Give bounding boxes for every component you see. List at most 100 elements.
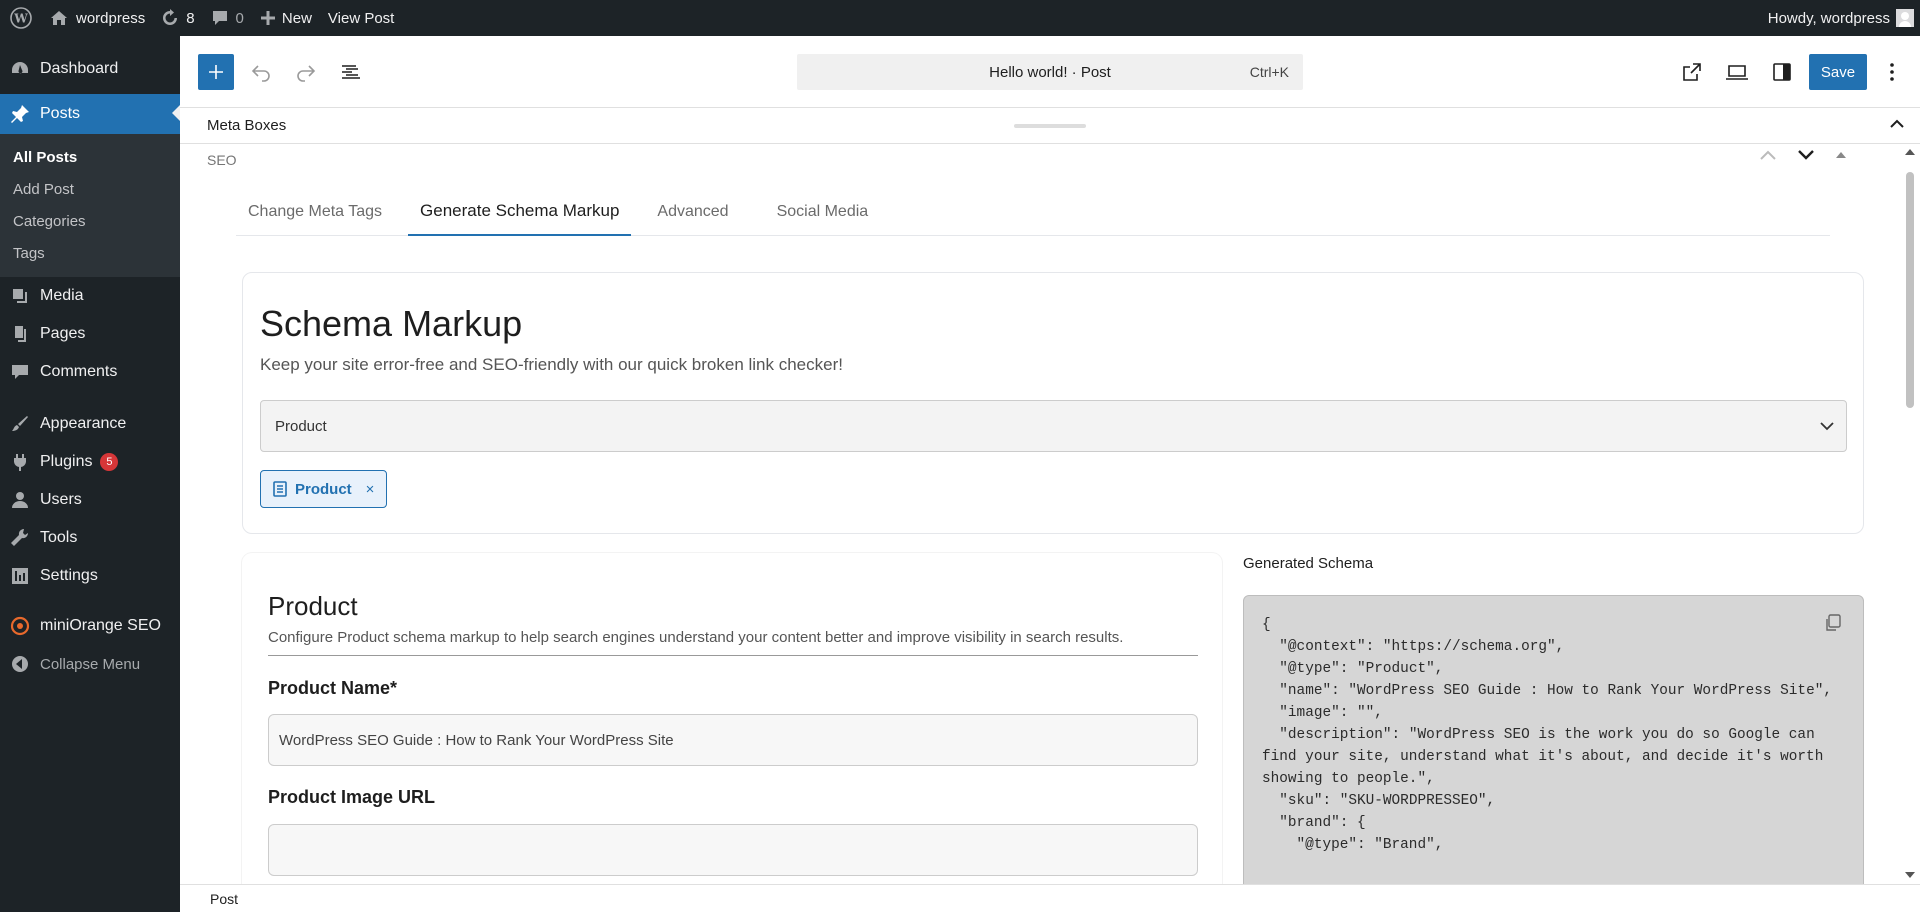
pages-icon [10,324,30,344]
sidebar-label: Users [40,491,82,508]
schema-markup-title: Schema Markup [260,303,523,344]
sidebar-sub-categories[interactable]: Categories [0,205,180,237]
site-name: wordpress [76,9,146,27]
editor-header: Hello world! · Post Ctrl+K Save [180,36,1920,108]
avatar [1896,9,1914,27]
comments-icon [10,362,30,382]
scroll-up-arrow-icon[interactable] [1905,149,1915,155]
sidebar-sub-tags[interactable]: Tags [0,237,180,269]
product-description: Configure Product schema markup to help … [268,629,1124,646]
breadcrumb[interactable]: Post [210,891,238,907]
more-vertical-icon [1890,63,1894,81]
product-name-input[interactable]: WordPress SEO Guide : How to Rank Your W… [268,714,1198,766]
schema-markup-subtitle: Keep your site error-free and SEO-friend… [260,355,843,374]
schema-markup-card: Schema Markup Keep your site error-free … [242,272,1864,534]
laptop-icon [1726,65,1748,80]
posts-submenu: All Posts Add Post Categories Tags [0,134,180,277]
scroll-down-arrow-icon[interactable] [1905,872,1915,878]
sidebar-label: Collapse Menu [40,655,141,673]
seo-tabs: Change Meta Tags Generate Schema Markup … [236,188,1830,236]
new-content-link[interactable]: New [252,0,320,36]
wordpress-logo-icon[interactable]: W [0,0,42,36]
settings-icon [10,566,30,586]
scroll-thumb[interactable] [1906,172,1914,408]
command-palette-bar[interactable]: Hello world! · Post Ctrl+K [797,54,1303,90]
pin-icon [10,104,30,124]
move-down-icon[interactable] [1798,150,1814,160]
sidebar-item-pages[interactable]: Pages [0,315,180,353]
paintbrush-icon [10,414,30,434]
sidebar-label: Comments [40,363,118,380]
sidebar-item-dashboard[interactable]: Dashboard [0,50,180,88]
chevron-down-icon [1820,418,1834,435]
updates-link[interactable]: 8 [153,0,202,36]
plug-icon [10,452,30,472]
site-name-link[interactable]: wordpress [42,0,153,36]
meta-boxes-bar[interactable]: Meta Boxes [180,108,1920,144]
options-menu-button[interactable] [1874,54,1910,90]
generated-schema-label: Generated Schema [1243,555,1374,572]
metabox-controls [1760,150,1846,160]
sidebar-item-comments[interactable]: Comments [0,353,180,391]
copy-icon[interactable] [1825,614,1841,632]
comments-link[interactable]: 0 [203,0,252,36]
sidebar-item-media[interactable]: Media [0,277,180,315]
view-post-label: View Post [327,9,395,27]
refresh-icon [161,9,179,27]
dashboard-icon [10,59,30,79]
sidebar-item-tools[interactable]: Tools [0,519,180,557]
view-post-button[interactable] [1674,54,1710,90]
tab-social-media[interactable]: Social Media [765,188,881,236]
wrench-icon [10,528,30,548]
tab-advanced[interactable]: Advanced [645,188,740,236]
new-label: New [281,9,312,27]
admin-bar: W wordpress 8 0 New View Post Howdy, wor… [0,0,1920,36]
editor-footer: Post [180,884,1920,912]
document-overview-button[interactable] [333,54,369,90]
schema-type-select[interactable]: Product [260,400,1847,452]
howdy-text: Howdy, wordpress [1767,9,1890,27]
metabox-scrollbar[interactable] [1900,144,1920,884]
sidebar-sub-all-posts[interactable]: All Posts [0,141,180,173]
redo-icon [297,65,316,82]
divider [268,655,1198,656]
plus-icon [260,10,276,26]
settings-sidebar-toggle[interactable] [1764,54,1800,90]
generated-schema-code: { "@context": "https://schema.org", "@ty… [1243,595,1864,884]
tab-change-meta-tags[interactable]: Change Meta Tags [236,188,394,236]
seo-metabox-title: SEO [207,152,237,168]
miniorange-logo-icon [10,616,30,636]
product-image-url-input[interactable] [268,824,1198,876]
undo-icon [251,65,270,82]
updates-count: 8 [186,9,195,27]
account-menu[interactable]: Howdy, wordpress [1768,0,1920,36]
admin-sidebar: Dashboard Posts All Posts Add Post Categ… [0,36,180,912]
view-post-link[interactable]: View Post [320,0,402,36]
preview-button[interactable] [1719,54,1755,90]
collapse-menu-button[interactable]: Collapse Menu [0,645,180,683]
collapse-arrow-icon [10,654,30,674]
sidebar-item-appearance[interactable]: Appearance [0,405,180,443]
collapse-meta-boxes-icon[interactable] [1890,119,1904,129]
sidebar-label: Media [40,287,84,304]
resize-handle[interactable] [1014,124,1086,128]
sidebar-item-posts[interactable]: Posts [0,94,180,134]
sidebar-label: miniOrange SEO [40,617,161,634]
undo-button[interactable] [243,54,279,90]
sidebar-item-settings[interactable]: Settings [0,557,180,595]
sidebar-item-miniorange-seo[interactable]: miniOrange SEO [0,607,180,645]
sidebar-sub-add-post[interactable]: Add Post [0,173,180,205]
move-up-icon[interactable] [1760,150,1776,160]
redo-button[interactable] [288,54,324,90]
tab-generate-schema-markup[interactable]: Generate Schema Markup [408,188,632,236]
sidebar-item-plugins[interactable]: Plugins 5 [0,443,180,481]
document-icon [273,481,287,497]
media-icon [10,286,30,306]
block-inserter-button[interactable] [198,54,234,90]
product-title: Product [268,591,358,621]
remove-chip-button[interactable]: × [366,481,375,498]
sidebar-item-users[interactable]: Users [0,481,180,519]
selected-schema-chip[interactable]: Product × [260,470,388,508]
save-button[interactable]: Save [1809,54,1867,90]
toggle-panel-icon[interactable] [1836,151,1846,159]
